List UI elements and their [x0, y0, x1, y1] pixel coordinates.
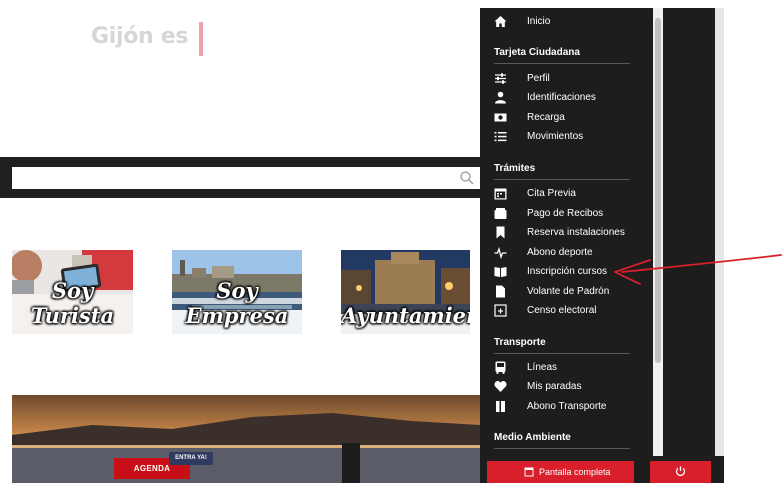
brand-title: Gijón es: [91, 24, 189, 49]
bookmark-icon: [496, 226, 505, 239]
card-label: Ayuntamiento: [341, 303, 470, 328]
section-title-tarjeta: Tarjeta Ciudadana: [494, 47, 580, 58]
menu-item-reserva[interactable]: Reserva instalaciones: [480, 223, 653, 242]
menu-item-label: Abono Transporte: [527, 401, 607, 412]
gray-edge: [715, 8, 724, 456]
side-menu: Inicio Tarjeta Ciudadana Perfil Identifi…: [480, 8, 653, 456]
menu-item-inscripcion-cursos[interactable]: Inscripción cursos: [480, 262, 653, 281]
menu-item-label: Pago de Recibos: [527, 208, 604, 219]
menu-scrollbar-thumb[interactable]: [655, 18, 661, 363]
section-title-tramites: Trámites: [494, 163, 536, 174]
menu-item-label: Inicio: [527, 16, 551, 27]
heartbeat-icon: [494, 246, 507, 259]
menu-item-mis-paradas[interactable]: Mis paradas: [480, 377, 653, 396]
menu-item-abono-transporte[interactable]: Abono Transporte: [480, 397, 653, 416]
search-input[interactable]: [12, 167, 480, 189]
section-divider: [494, 63, 630, 64]
card-soy-empresa[interactable]: Soy Empresa: [172, 250, 302, 334]
menu-item-abono-deporte[interactable]: Abono deporte: [480, 243, 653, 262]
menu-item-label: Perfil: [527, 73, 550, 84]
card-label: Soy Turista: [30, 278, 115, 328]
list-icon: [494, 132, 507, 142]
menu-item-label: Movimientos: [527, 131, 584, 142]
sunset-photo: [12, 395, 480, 483]
sliders-icon: [495, 73, 506, 84]
menu-item-cita-previa[interactable]: Cita Previa: [480, 184, 653, 203]
menu-item-lineas[interactable]: Líneas: [480, 358, 653, 377]
brand-divider: [199, 22, 203, 56]
menu-dark-strip: [663, 8, 715, 456]
fullscreen-icon: [524, 467, 534, 477]
fullscreen-label: Pantalla completa: [539, 467, 611, 477]
entra-ya-badge: ENTRA YA!: [169, 452, 213, 465]
menu-item-censo-electoral[interactable]: Censo electoral: [480, 301, 653, 320]
section-divider: [494, 179, 630, 180]
user-icon: [495, 91, 506, 104]
menu-item-pago-recibos[interactable]: Pago de Recibos: [480, 204, 653, 223]
section-divider: [494, 448, 630, 449]
ticket-icon: [496, 401, 505, 412]
power-button[interactable]: [650, 461, 711, 483]
home-icon: [494, 16, 507, 27]
menu-item-label: Censo electoral: [527, 305, 597, 316]
menu-item-label: Recarga: [527, 112, 565, 123]
menu-item-movimientos[interactable]: Movimientos: [480, 127, 653, 146]
menu-item-volante-padron[interactable]: Volante de Padrón: [480, 282, 653, 301]
book-icon: [494, 267, 507, 277]
fullscreen-button[interactable]: Pantalla completa: [487, 461, 634, 483]
card-ayuntamiento[interactable]: Ayuntamiento: [341, 250, 470, 334]
section-title-transporte: Transporte: [494, 337, 546, 348]
menu-item-label: Mis paradas: [527, 381, 582, 392]
menu-item-label: Abono deporte: [527, 247, 593, 258]
menu-item-identificaciones[interactable]: Identificaciones: [480, 88, 653, 107]
menu-item-label: Inscripción cursos: [527, 266, 608, 277]
wallet-icon: [494, 208, 507, 219]
menu-item-label: Volante de Padrón: [527, 286, 610, 297]
money-icon: [494, 113, 507, 122]
menu-item-label: Identificaciones: [527, 92, 596, 103]
hero-banner: [12, 395, 480, 483]
section-divider: [494, 353, 630, 354]
file-icon: [496, 285, 505, 298]
menu-item-recarga[interactable]: Recarga: [480, 108, 653, 127]
calendar-icon: [494, 188, 507, 200]
card-label: Soy Empresa: [185, 278, 289, 328]
menu-item-label: Cita Previa: [527, 188, 576, 199]
card-soy-turista[interactable]: Soy Turista: [12, 250, 133, 334]
section-title-medio-ambiente: Medio Ambiente: [494, 432, 571, 443]
menu-item-label: Líneas: [527, 362, 558, 373]
heart-icon: [494, 381, 507, 392]
menu-item-inicio[interactable]: Inicio: [480, 12, 653, 31]
bus-icon: [495, 361, 506, 374]
menu-item-label: Reserva instalaciones: [527, 227, 625, 238]
search-icon[interactable]: [459, 170, 475, 186]
power-icon: [675, 466, 686, 477]
menu-item-perfil[interactable]: Perfil: [480, 69, 653, 88]
ballot-icon: [494, 304, 507, 317]
